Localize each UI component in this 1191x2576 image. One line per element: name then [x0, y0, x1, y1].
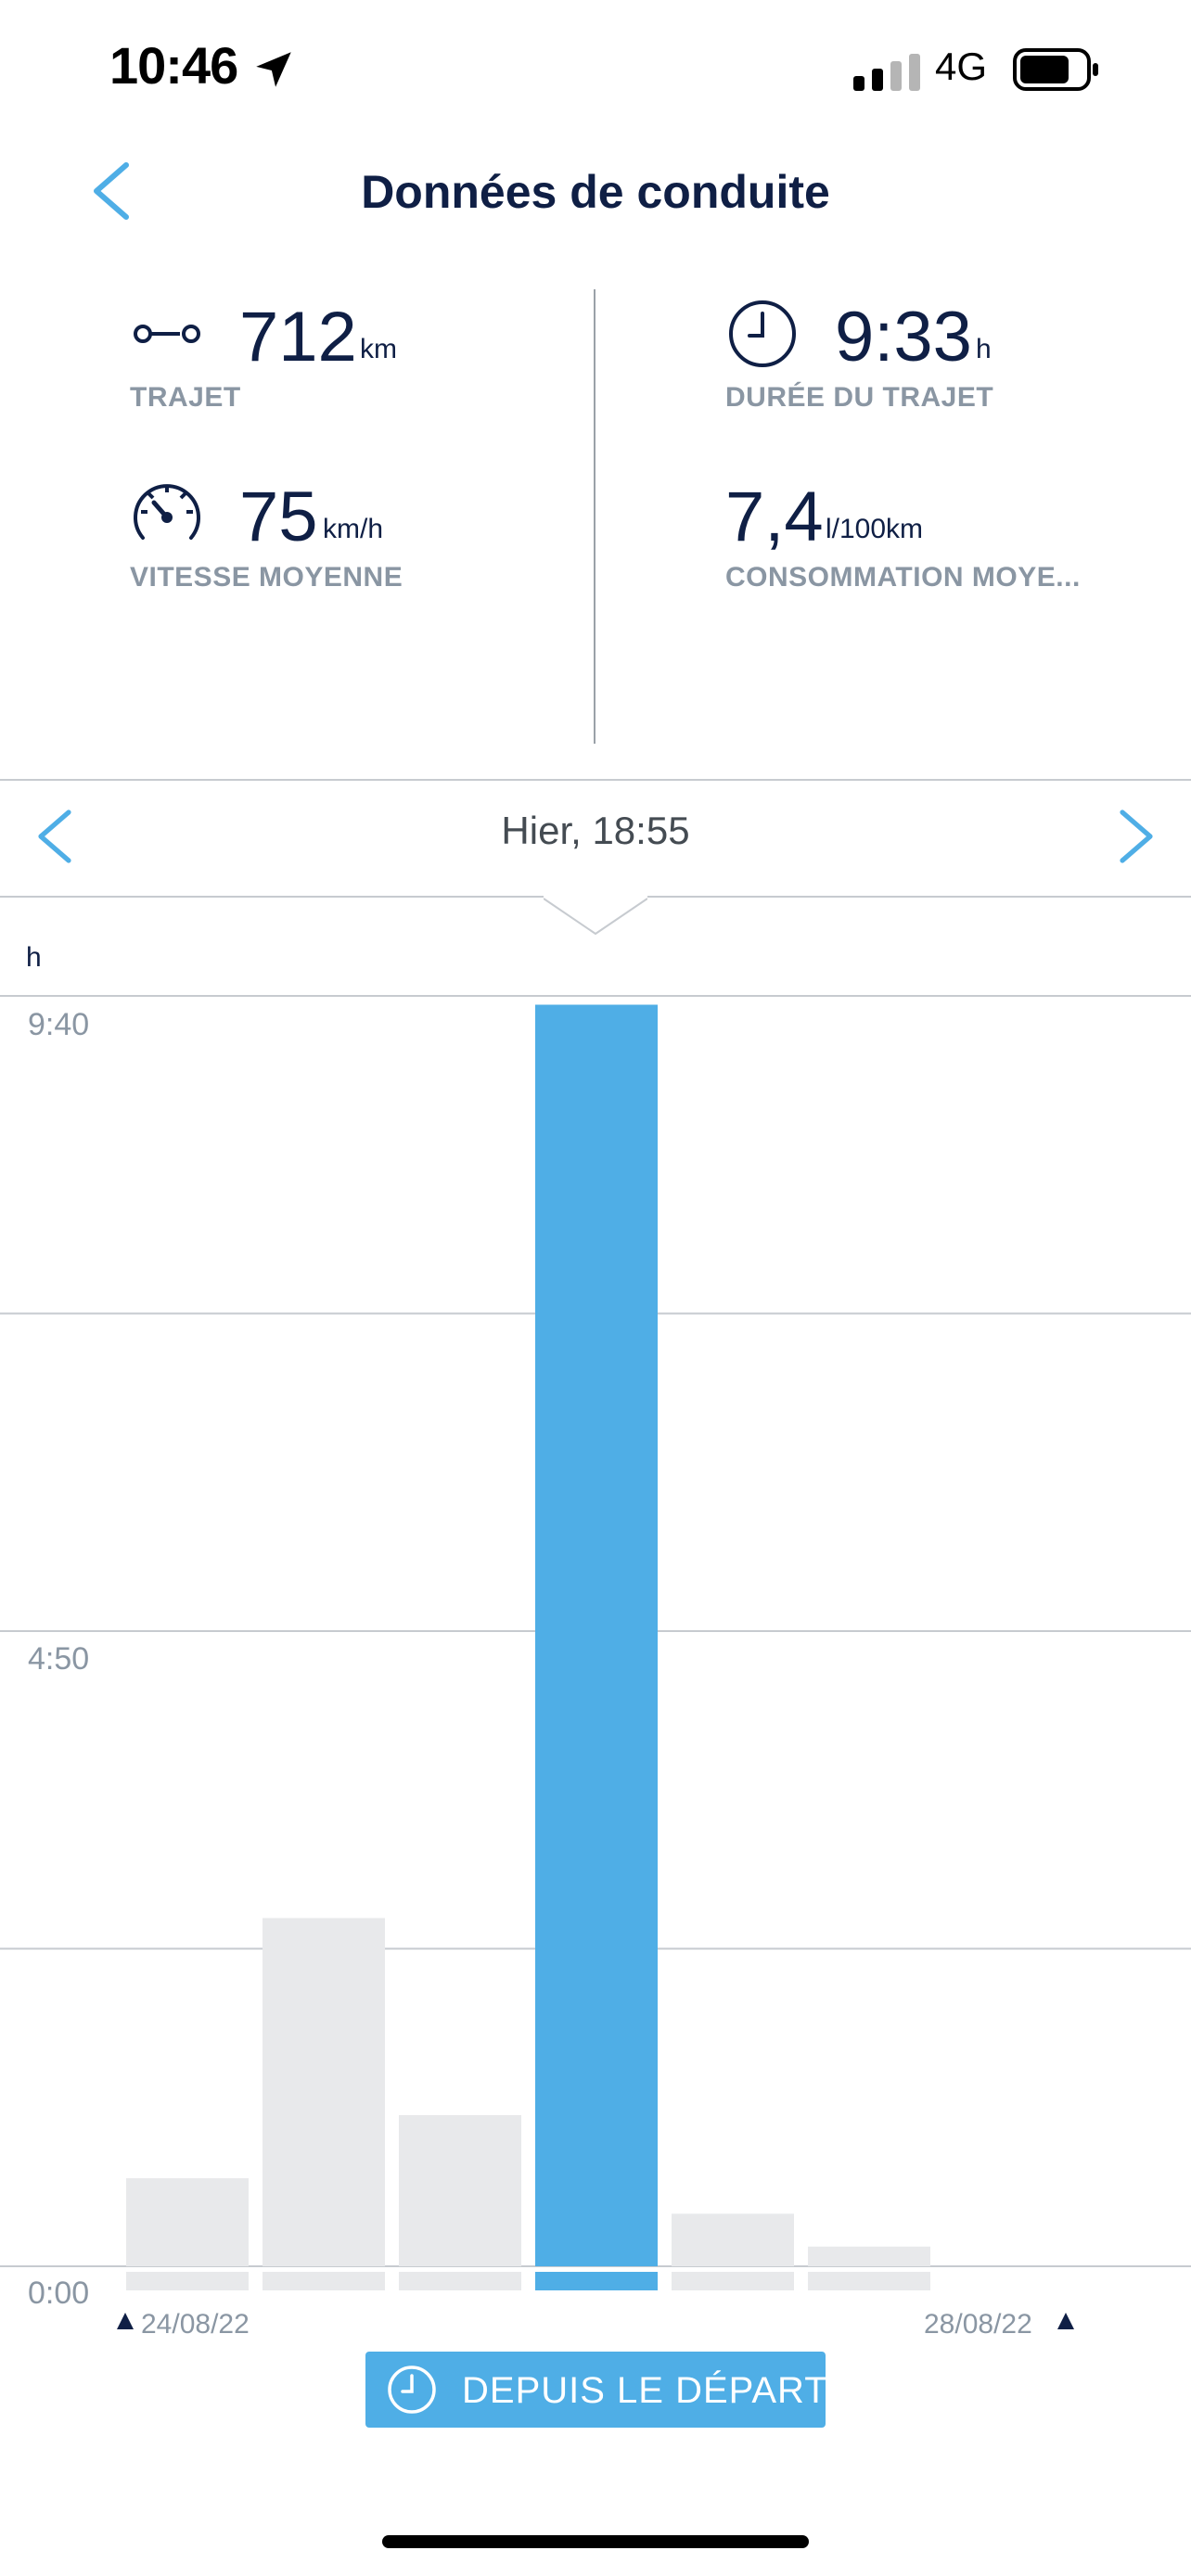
period-pointer: [544, 898, 647, 936]
location-arrow-icon: [256, 52, 291, 87]
y-axis-label-mid: 4:50: [28, 1641, 90, 1677]
home-indicator: [382, 2535, 809, 2548]
duree-unit: h: [976, 334, 992, 364]
page-title: Données de conduite: [361, 166, 830, 218]
battery-icon: [1013, 48, 1098, 91]
stats-divider: [594, 289, 596, 744]
driving-time-chart: [0, 995, 1191, 2290]
chart-bar[interactable]: [399, 2115, 521, 2266]
duree-value: 9:33: [835, 298, 972, 376]
period-top-border: [0, 779, 1191, 781]
chart-bar-selected[interactable]: [535, 1004, 658, 2266]
chart-bar[interactable]: [808, 2246, 930, 2266]
consommation-unit: l/100km: [826, 514, 924, 544]
period-label: Hier, 18:55: [501, 809, 690, 852]
consommation-label: CONSOMMATION MOYE...: [725, 562, 1081, 593]
trajet-value: 712: [239, 298, 357, 376]
end-date-marker-icon: [1057, 2313, 1074, 2329]
trajet-unit: km: [360, 334, 397, 364]
status-time: 10:46: [109, 36, 238, 95]
since-departure-button[interactable]: DEPUIS LE DÉPART: [365, 2352, 828, 2428]
next-period-button[interactable]: [1115, 807, 1159, 866]
network-type: 4G: [935, 45, 988, 88]
chart-bar-footer: [808, 2272, 930, 2290]
duree-label: DURÉE DU TRAJET: [725, 382, 994, 413]
start-date-label: 24/08/22: [141, 2309, 250, 2340]
speedometer-icon: [134, 484, 200, 540]
chart-unit-label: h: [26, 942, 42, 973]
chart-bar-footer: [399, 2272, 521, 2290]
vitesse-unit: km/h: [323, 514, 384, 544]
period-bottom-border-left: [0, 896, 544, 898]
chart-bar-footer: [535, 2272, 658, 2290]
chart-bar[interactable]: [263, 1918, 385, 2266]
trajet-label: TRAJET: [130, 382, 241, 413]
chart-bar-footer: [126, 2272, 249, 2290]
since-departure-label: DEPUIS LE DÉPART: [462, 2370, 828, 2411]
signal-icon: [853, 54, 920, 91]
chart-bar[interactable]: [672, 2213, 794, 2266]
start-date-marker-icon: [117, 2313, 134, 2329]
period-bottom-border-right: [647, 896, 1191, 898]
end-date-label: 28/08/22: [924, 2309, 1032, 2340]
clock-icon: [388, 2366, 436, 2414]
route-icon: [134, 325, 200, 343]
vitesse-label: VITESSE MOYENNE: [130, 562, 403, 593]
y-axis-label-max: 9:40: [28, 1007, 90, 1042]
vitesse-value: 75: [239, 478, 318, 556]
chart-bar-footer: [672, 2272, 794, 2290]
chart-bar[interactable]: [126, 2178, 249, 2266]
consommation-value: 7,4: [725, 478, 824, 556]
y-axis-label-min: 0:00: [28, 2276, 90, 2311]
clock-icon: [729, 300, 796, 367]
chart-bar-footer: [263, 2272, 385, 2290]
